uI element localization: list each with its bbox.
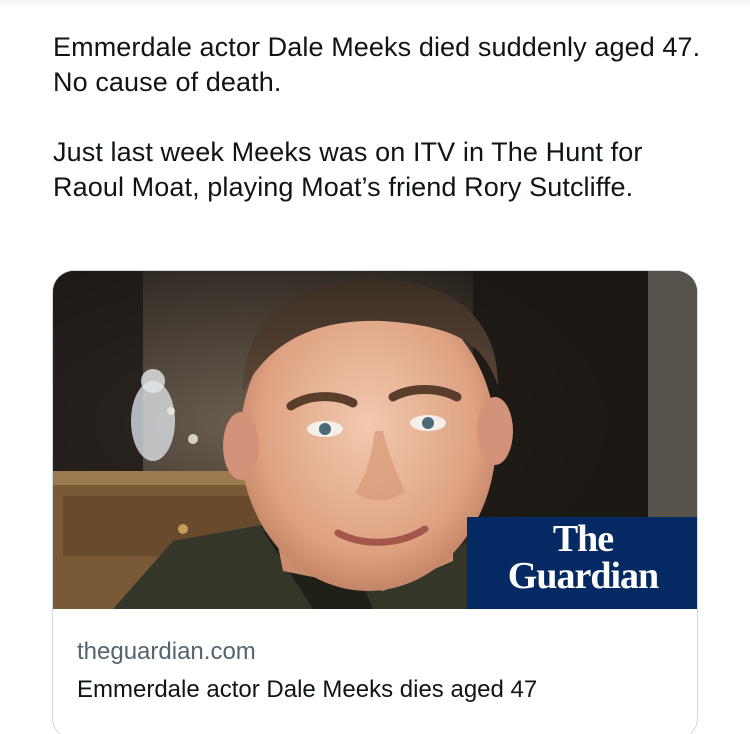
card-title[interactable]: Emmerdale actor Dale Meeks dies aged 47 xyxy=(77,675,675,705)
top-edge-divider xyxy=(0,0,750,8)
tweet-text: Emmerdale actor Dale Meeks died suddenly… xyxy=(53,30,713,205)
guardian-logo-line-1: The xyxy=(552,518,614,560)
guardian-logo-line-2: Guardian xyxy=(507,555,659,597)
tweet-paragraph-2: Just last week Meeks was on ITV in The H… xyxy=(53,137,643,202)
card-domain: theguardian.com xyxy=(77,638,256,665)
guardian-logo: The Guardian xyxy=(467,517,697,609)
tweet-paragraph-1: Emmerdale actor Dale Meeks died suddenly… xyxy=(53,32,701,97)
card-meta[interactable]: theguardian.com Emmerdale actor Dale Mee… xyxy=(53,609,697,705)
link-preview-card[interactable]: The Guardian theguardian.com Emmerdale a… xyxy=(52,270,698,734)
card-image[interactable]: The Guardian xyxy=(53,271,697,609)
